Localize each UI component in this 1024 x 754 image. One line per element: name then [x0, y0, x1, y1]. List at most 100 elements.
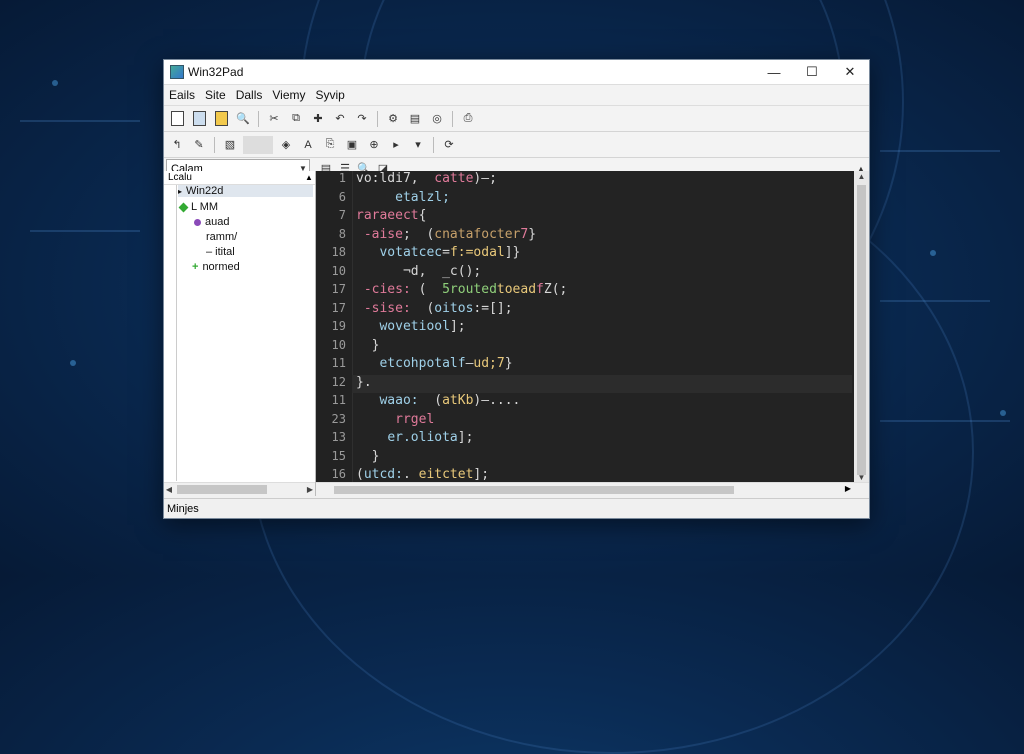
code-line[interactable]: waao: (atKb)–.... — [356, 393, 520, 408]
code-token: catte — [434, 171, 474, 186]
code-line[interactable]: raraeect{ — [356, 208, 426, 223]
code-line[interactable]: etcohpotalf–ud;7} — [356, 356, 512, 371]
tree-item[interactable]: ▸ Win22d — [178, 185, 313, 197]
scrollbar-thumb[interactable] — [334, 486, 734, 494]
dropdown-icon[interactable]: ▾ — [409, 136, 427, 154]
code-line[interactable]: rrgel — [356, 412, 434, 427]
code-line[interactable]: (utcd:. eitctet]; — [356, 467, 489, 482]
redo-icon[interactable]: ↷ — [353, 110, 371, 128]
code-line[interactable]: } — [356, 338, 380, 353]
code-token: } — [528, 226, 537, 242]
undo-icon[interactable]: ↶ — [331, 110, 349, 128]
menu-item-4[interactable]: Syvip — [311, 88, 350, 102]
cut-icon[interactable]: ✂ — [265, 110, 283, 128]
tree-item-label: auad — [205, 216, 230, 228]
open-folder-icon[interactable] — [212, 110, 230, 128]
line-number: 7 — [338, 208, 346, 222]
bookmark-icon[interactable]: ◈ — [277, 136, 295, 154]
code-token: ( — [410, 282, 443, 297]
toolbar-separator — [433, 136, 434, 153]
code-line[interactable]: vo:ldi7, catte)–; — [356, 171, 497, 186]
settings-icon[interactable]: ⚙ — [384, 110, 402, 128]
format-icon[interactable]: ⎘ — [321, 136, 339, 154]
code-line[interactable]: ¬d, _c(); — [356, 264, 481, 279]
background-node — [70, 360, 76, 366]
code-line[interactable]: -aise; (cnatafocter7} — [356, 227, 536, 242]
refresh-icon[interactable]: ⟳ — [440, 136, 458, 154]
scrollbar-thumb[interactable] — [857, 185, 866, 475]
code-line[interactable]: votatcec=f:=odal]} — [356, 245, 520, 260]
scroll-down-icon[interactable]: ▼ — [854, 473, 869, 482]
compile-icon[interactable]: ▤ — [406, 110, 424, 128]
tree-horizontal-scrollbar[interactable]: ◀ ▶ — [164, 482, 315, 496]
menu-item-2[interactable]: Dalls — [231, 88, 268, 102]
tree-item[interactable]: – itital — [206, 246, 235, 258]
scrollbar-thumb[interactable] — [177, 485, 267, 494]
toolbar-blank — [243, 135, 273, 154]
code-token: ( — [356, 467, 364, 482]
image-icon[interactable]: ▧ — [221, 136, 239, 154]
code-line[interactable]: etalzl; — [356, 190, 450, 205]
zoom-icon[interactable]: ⊕ — [365, 136, 383, 154]
code-token: Z(; — [543, 282, 568, 297]
menu-item-3[interactable]: Viemy — [267, 88, 310, 102]
back-icon[interactable]: ↰ — [168, 136, 186, 154]
editor-horizontal-scrollbar[interactable]: ▶ — [316, 482, 869, 497]
view-icon[interactable]: ▣ — [343, 136, 361, 154]
project-tree: Lcalu ▲ ▸ Win22d L MM auad ramm/ – itita… — [164, 171, 316, 496]
scroll-left-icon[interactable]: ◀ — [164, 485, 174, 494]
scroll-up-icon[interactable]: ▲ — [854, 172, 869, 181]
background-circuit-line — [880, 420, 1010, 422]
save-icon[interactable] — [190, 110, 208, 128]
toolbar-separator — [258, 110, 259, 127]
close-button[interactable]: ✕ — [831, 64, 869, 80]
code-line[interactable]: -cies: ( 5routedtoeadfZ(; — [356, 282, 568, 297]
editor-vertical-scrollbar[interactable]: ▲ ▼ — [854, 171, 869, 483]
code-token: waao: — [379, 393, 419, 408]
print-icon[interactable]: ⎙ — [459, 110, 477, 128]
code-editor[interactable]: 1 6 7 8 18 10 17 17 19 10 11 12 11 23 13 15 16 vo:ldi7, … — [316, 171, 869, 497]
help-icon[interactable]: ◎ — [428, 110, 446, 128]
find-icon[interactable]: 🔍 — [234, 110, 252, 128]
code-line[interactable]: wovetiool]; — [356, 319, 465, 334]
edit-pencil-icon[interactable]: ✎ — [190, 136, 208, 154]
code-line[interactable]: -sise: (oitos:=[]; — [356, 301, 513, 316]
paste-icon[interactable]: ✚ — [309, 110, 327, 128]
menu-bar: Eails Site Dalls Viemy Syvip — [164, 85, 869, 106]
line-number: 17 — [331, 300, 346, 315]
new-file-icon[interactable] — [168, 110, 186, 128]
window-title: Win32Pad — [188, 65, 244, 79]
tree-item[interactable]: auad — [194, 216, 229, 228]
text-icon[interactable]: A — [299, 136, 317, 154]
scroll-right-icon[interactable]: ▶ — [305, 485, 315, 494]
scroll-right-icon[interactable]: ▶ — [845, 484, 851, 493]
tree-item[interactable]: L MM — [178, 201, 218, 213]
code-line[interactable]: } — [356, 449, 380, 464]
tree-item[interactable]: ramm/ — [206, 231, 237, 243]
maximize-button[interactable]: ☐ — [793, 64, 831, 80]
line-number: 10 — [331, 263, 346, 278]
line-number: 23 — [331, 411, 346, 426]
run-icon[interactable]: ▸ — [387, 136, 405, 154]
copy-icon[interactable]: ⧉ — [287, 110, 305, 128]
code-token: ]; — [473, 467, 490, 482]
menu-item-1[interactable]: Site — [200, 88, 231, 102]
code-line[interactable]: er.oliota]; — [356, 430, 473, 445]
minimize-button[interactable]: — — [755, 65, 793, 80]
collapse-up-icon[interactable]: ▲ — [303, 173, 315, 182]
menu-item-0[interactable]: Eails — [164, 88, 200, 102]
line-number: 19 — [331, 319, 346, 333]
code-area[interactable]: vo:ldi7, catte)–; etalzl; raraeect{ -aise… — [352, 171, 852, 483]
code-token: votatcec — [379, 245, 443, 260]
expand-arrow-icon[interactable]: ▸ — [178, 187, 182, 196]
code-line[interactable]: }. — [356, 375, 372, 390]
tree-guide-line — [176, 185, 177, 481]
green-node-icon — [178, 202, 189, 212]
toolbar-separator — [452, 110, 453, 127]
background-node — [1000, 410, 1006, 416]
tree-item[interactable]: + normed — [192, 261, 240, 273]
